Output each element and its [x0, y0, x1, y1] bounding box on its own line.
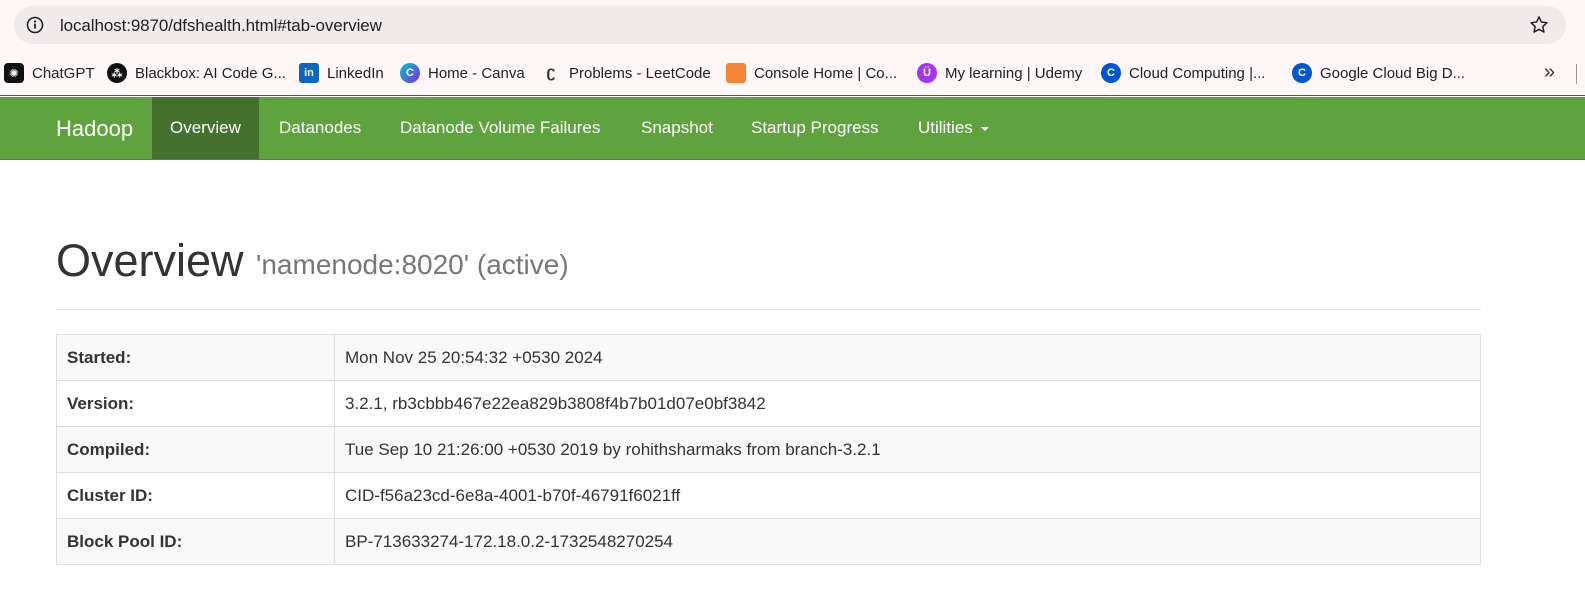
tab-startup-progress[interactable]: Startup Progress	[733, 97, 897, 159]
table-row: Started: Mon Nov 25 20:54:32 +0530 2024	[56, 334, 1481, 381]
row-key: Cluster ID:	[56, 472, 335, 519]
leetcode-icon: ʗ	[546, 64, 556, 81]
linkedin-icon: in	[299, 63, 319, 83]
row-value: Mon Nov 25 20:54:32 +0530 2024	[334, 334, 1481, 381]
bookmark-label: LinkedIn	[327, 64, 384, 82]
tab-snapshot[interactable]: Snapshot	[623, 97, 731, 159]
bookmark-label: Problems - LeetCode	[569, 64, 711, 82]
url-text[interactable]: localhost:9870/dfshealth.html#tab-overvi…	[60, 16, 382, 36]
row-value: Tue Sep 10 21:26:00 +0530 2019 by rohith…	[334, 426, 1481, 473]
chatgpt-icon: ✺	[4, 63, 24, 83]
caret-down-icon	[980, 126, 989, 131]
blackbox-icon: ⁂	[107, 63, 127, 83]
table-row: Version: 3.2.1, rb3cbbb467e22ea829b3808f…	[56, 380, 1481, 427]
bookmark-label: ChatGPT	[32, 64, 95, 82]
tab-datanode-volume-failures[interactable]: Datanode Volume Failures	[382, 97, 618, 159]
bookmark-udemy[interactable]: Ü My learning | Udemy	[917, 62, 1082, 84]
more-bookmarks-chevron-icon[interactable]: »	[1544, 61, 1555, 84]
tab-overview[interactable]: Overview	[152, 97, 259, 159]
row-value: BP-713633274-172.18.0.2-1732548270254	[334, 518, 1481, 565]
bookmark-label: Home - Canva	[428, 64, 525, 82]
bookmark-label: Blackbox: AI Code G...	[135, 64, 286, 82]
coursera-icon: C	[1101, 63, 1121, 83]
bookmark-canva[interactable]: C Home - Canva	[400, 62, 525, 84]
udemy-icon: Ü	[917, 63, 937, 83]
bookmark-star-icon[interactable]	[1528, 14, 1550, 36]
aws-cube-icon	[726, 63, 746, 83]
table-row: Block Pool ID: BP-713633274-172.18.0.2-1…	[56, 518, 1481, 565]
tab-utilities-dropdown[interactable]: Utilities	[900, 97, 1007, 159]
page-header: Overview 'namenode:8020' (active)	[56, 230, 1481, 310]
bookmark-chatgpt[interactable]: ✺ ChatGPT	[4, 62, 95, 84]
row-key: Compiled:	[56, 426, 335, 473]
row-value: 3.2.1, rb3cbbb467e22ea829b3808f4b7b01d07…	[334, 380, 1481, 427]
bookmarks-bar: ✺ ChatGPT ⁂ Blackbox: AI Code G... in Li…	[0, 50, 1585, 96]
coursera-icon: C	[1292, 63, 1312, 83]
browser-toolbar: localhost:9870/dfshealth.html#tab-overvi…	[0, 0, 1585, 50]
tab-datanodes[interactable]: Datanodes	[261, 97, 379, 159]
overview-table: Started: Mon Nov 25 20:54:32 +0530 2024 …	[56, 334, 1481, 565]
tab-label: Startup Progress	[751, 118, 879, 137]
bookmarks-divider	[1576, 64, 1577, 84]
tab-label: Datanode Volume Failures	[400, 118, 601, 137]
bookmark-label: Console Home | Co...	[754, 64, 898, 82]
tab-label: Overview	[170, 118, 241, 137]
page-title: Overview	[56, 235, 244, 286]
canva-icon: C	[400, 63, 420, 83]
bookmark-label: Google Cloud Big D...	[1320, 64, 1466, 82]
address-bar[interactable]: localhost:9870/dfshealth.html#tab-overvi…	[14, 6, 1566, 44]
hadoop-navbar: Hadoop Overview Datanodes Datanode Volum…	[0, 97, 1585, 160]
tab-label: Datanodes	[279, 118, 362, 137]
row-value: CID-f56a23cd-6e8a-4001-b70f-46791f6021ff	[334, 472, 1481, 519]
bookmark-label: My learning | Udemy	[945, 64, 1083, 82]
bookmark-leetcode[interactable]: ʗ Problems - LeetCode	[541, 62, 711, 84]
bookmark-aws-console[interactable]: Console Home | Co...	[726, 62, 897, 84]
row-key: Block Pool ID:	[56, 518, 335, 565]
bookmark-google-cloud[interactable]: C Google Cloud Big D...	[1292, 62, 1465, 84]
tab-label: Utilities	[918, 118, 973, 137]
bookmark-linkedin[interactable]: in LinkedIn	[299, 62, 384, 84]
table-row: Compiled: Tue Sep 10 21:26:00 +0530 2019…	[56, 426, 1481, 473]
row-key: Started:	[56, 334, 335, 381]
info-icon[interactable]	[26, 16, 44, 34]
table-row: Cluster ID: CID-f56a23cd-6e8a-4001-b70f-…	[56, 472, 1481, 519]
bookmark-blackbox[interactable]: ⁂ Blackbox: AI Code G...	[107, 62, 286, 84]
namenode-status: 'namenode:8020' (active)	[256, 249, 569, 280]
tab-label: Snapshot	[641, 118, 713, 137]
brand-link[interactable]: Hadoop	[56, 116, 133, 142]
row-key: Version:	[56, 380, 335, 427]
bookmark-cloud-computing[interactable]: C Cloud Computing |...	[1101, 62, 1265, 84]
bookmark-label: Cloud Computing |...	[1129, 64, 1266, 82]
